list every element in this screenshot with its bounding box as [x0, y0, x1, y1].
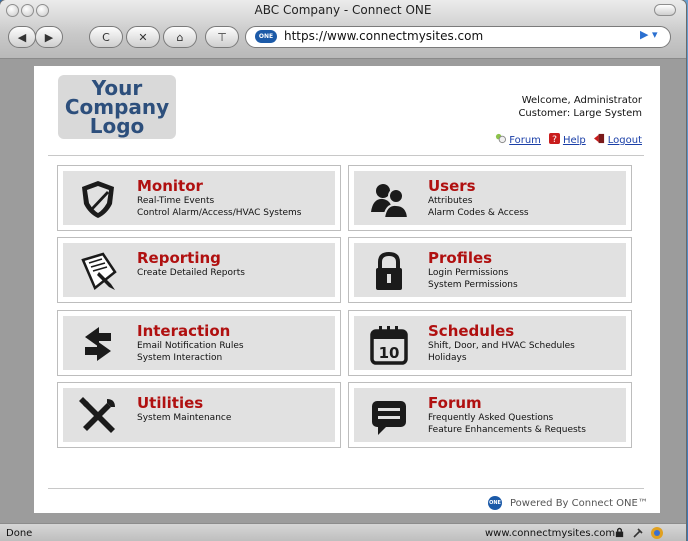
- browser-window: ABC Company - Connect ONE ◀ ▶ C ✕ ⌂ ⊤ ON…: [0, 0, 686, 541]
- tile-line: System Maintenance: [137, 413, 232, 423]
- tile-schedules-bg: 10 Schedules Shift, Door, and HVAC Sched…: [354, 316, 626, 370]
- tile-title: Forum: [428, 394, 482, 412]
- svg-text:?: ?: [552, 134, 557, 144]
- help-link-group[interactable]: ? Help: [548, 133, 586, 146]
- reload-button[interactable]: C: [89, 26, 123, 48]
- tile-reporting-bg: Reporting Create Detailed Reports: [63, 243, 335, 297]
- toolbar-toggle-button[interactable]: [654, 4, 676, 16]
- tile-title: Users: [428, 177, 476, 195]
- logout-link-group[interactable]: Logout: [593, 133, 642, 146]
- tile-title: Monitor: [137, 177, 203, 195]
- powered-by-text: Powered By Connect ONE™: [510, 498, 648, 509]
- tile-line: Create Detailed Reports: [137, 268, 245, 278]
- stop-button[interactable]: ✕: [126, 26, 160, 48]
- tile-line: Login Permissions: [428, 268, 509, 278]
- logout-link[interactable]: Logout: [608, 135, 642, 146]
- forum-small-icon: [496, 133, 507, 144]
- tile-line: Real-Time Events: [137, 196, 215, 206]
- header-links: Forum ? Help Logout: [495, 133, 642, 146]
- bookmark-icon: ⊤: [217, 30, 227, 44]
- title-bar: ABC Company - Connect ONE ◀ ▶ C ✕ ⌂ ⊤ ON…: [0, 0, 686, 59]
- tile-utilities[interactable]: Utilities System Maintenance: [57, 382, 341, 448]
- calendar-day: 10: [379, 344, 400, 362]
- footer-divider: [48, 488, 644, 489]
- tile-forum[interactable]: Forum Frequently Asked Questions Feature…: [348, 382, 632, 448]
- tile-title: Reporting: [137, 249, 221, 267]
- customer-text: Customer: Large System: [518, 108, 642, 119]
- tile-monitor[interactable]: Monitor Real-Time Events Control Alarm/A…: [57, 165, 341, 231]
- tile-title: Profiles: [428, 249, 493, 267]
- help-link[interactable]: Help: [563, 135, 586, 146]
- header-divider: [48, 155, 644, 156]
- tile-title: Interaction: [137, 322, 231, 340]
- url-text[interactable]: https://www.connectmysites.com: [284, 29, 483, 43]
- lock-icon: [376, 251, 402, 290]
- home-button[interactable]: ⌂: [163, 26, 197, 48]
- users-icon: [371, 184, 410, 219]
- tile-line: Holidays: [428, 353, 467, 363]
- status-url: www.connectmysites.com: [485, 528, 616, 539]
- shield-icon: [82, 181, 114, 218]
- tile-monitor-bg: Monitor Real-Time Events Control Alarm/A…: [63, 171, 335, 225]
- tile-reporting[interactable]: Reporting Create Detailed Reports: [57, 237, 341, 303]
- tile-line: System Permissions: [428, 280, 518, 290]
- reload-icon: C: [102, 30, 110, 44]
- window-title: ABC Company - Connect ONE: [254, 3, 432, 17]
- logout-small-icon: [593, 133, 604, 144]
- browser-logo-icon: [651, 527, 663, 539]
- tile-title: Utilities: [137, 394, 204, 412]
- arrows-icon: [85, 327, 111, 361]
- bookmark-button[interactable]: ⊤: [205, 26, 239, 48]
- chat-icon: [372, 401, 406, 435]
- tile-users-bg: Users Attributes Alarm Codes & Access: [354, 171, 626, 225]
- tile-line: System Interaction: [137, 353, 223, 363]
- tools-icon: [79, 397, 115, 433]
- tile-utilities-bg: Utilities System Maintenance: [63, 388, 335, 442]
- back-button[interactable]: ◀: [8, 26, 36, 48]
- tile-line: Email Notification Rules: [137, 341, 244, 351]
- tile-profiles[interactable]: Profiles Login Permissions System Permis…: [348, 237, 632, 303]
- go-button[interactable]: ▶ ▾: [640, 28, 657, 41]
- tile-interaction[interactable]: Interaction Email Notification Rules Sys…: [57, 310, 341, 376]
- tile-title: Schedules: [428, 322, 515, 340]
- welcome-block: Welcome, Administrator Customer: Large S…: [518, 94, 642, 120]
- tile-users[interactable]: Users Attributes Alarm Codes & Access: [348, 165, 632, 231]
- forum-link[interactable]: Forum: [509, 135, 541, 146]
- forum-link-group[interactable]: Forum: [495, 133, 541, 146]
- help-small-icon: ?: [548, 133, 560, 144]
- connect-one-logo-icon: ONE: [488, 496, 502, 510]
- home-icon: ⌂: [176, 30, 184, 44]
- lock-small-icon: [615, 527, 624, 538]
- tile-line: Frequently Asked Questions: [428, 413, 554, 423]
- tile-line: Attributes: [428, 196, 473, 206]
- tile-line: Alarm Codes & Access: [428, 208, 529, 218]
- status-bar: Done www.connectmysites.com: [0, 523, 686, 541]
- tile-forum-bg: Forum Frequently Asked Questions Feature…: [354, 388, 626, 442]
- calendar-icon: 10: [370, 326, 408, 365]
- tile-line: Shift, Door, and HVAC Schedules: [428, 341, 575, 351]
- welcome-text: Welcome, Administrator: [521, 95, 642, 106]
- tile-interaction-bg: Interaction Email Notification Rules Sys…: [63, 316, 335, 370]
- tile-schedules[interactable]: 10 Schedules Shift, Door, and HVAC Sched…: [348, 310, 632, 376]
- status-text: Done: [6, 528, 33, 539]
- report-icon: [81, 252, 117, 291]
- forward-button[interactable]: ▶: [35, 26, 63, 48]
- company-logo: Your Company Logo: [58, 75, 176, 139]
- back-icon: ◀: [17, 30, 27, 44]
- tile-profiles-bg: Profiles Login Permissions System Permis…: [354, 243, 626, 297]
- tile-line: Feature Enhancements & Requests: [428, 425, 586, 435]
- stop-icon: ✕: [138, 30, 148, 44]
- tile-line: Control Alarm/Access/HVAC Systems: [137, 208, 302, 218]
- site-favicon: ONE: [255, 30, 277, 43]
- forward-icon: ▶: [44, 30, 54, 44]
- logo-line-3: Logo: [89, 114, 145, 138]
- plugin-icon: [633, 528, 643, 538]
